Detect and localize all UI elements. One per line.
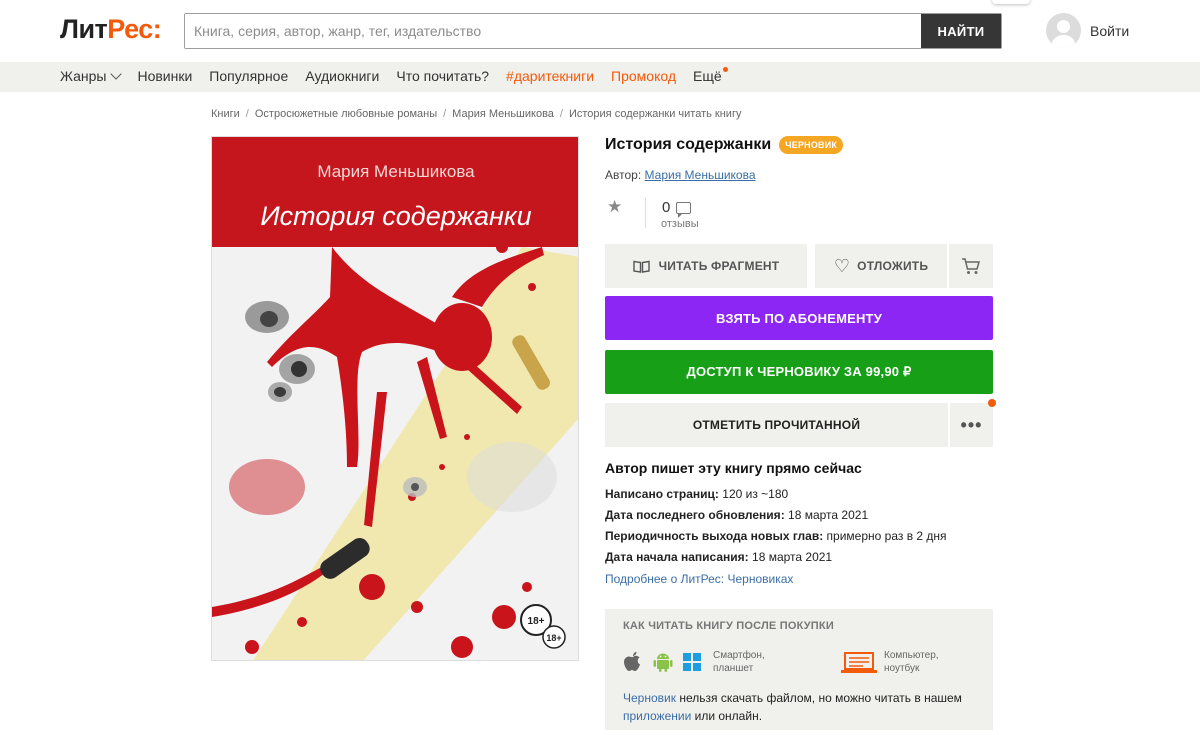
read-fragment-label: ЧИТАТЬ ФРАГМЕНТ — [658, 259, 780, 273]
notification-dot — [988, 399, 996, 407]
how-to-read-note: Черновик нельзя скачать файлом, но можно… — [623, 689, 983, 725]
cover-shade — [467, 442, 557, 512]
reviews-label: отзывы — [661, 218, 699, 230]
apple-icon[interactable] — [623, 651, 643, 673]
start-date: Дата начала написания: 18 марта 2021 — [605, 550, 832, 564]
login-link[interactable]: Войти — [1090, 23, 1129, 39]
subscribe-button[interactable]: ВЗЯТЬ ПО АБОНЕМЕНТУ — [605, 296, 993, 340]
mark-read-button[interactable]: ОТМЕТИТЬ ПРОЧИТАННОЙ — [605, 403, 948, 447]
open-book-icon — [632, 260, 650, 273]
draft-link[interactable]: Черновик — [623, 691, 676, 705]
cover-art: Мария Меньшикова История содержанки 18+ … — [212, 137, 578, 660]
mobile-label-line1: Смартфон, — [713, 650, 765, 661]
search-bar: НАЙТИ — [184, 13, 1002, 49]
chapter-frequency-value: примерно раз в 2 дня — [826, 529, 947, 543]
pages-written-label: Написано страниц: — [605, 487, 719, 501]
laptop-icon[interactable] — [841, 652, 877, 674]
litres-logo[interactable]: ЛитРес: — [60, 14, 162, 45]
last-update: Дата последнего обновления: 18 марта 202… — [605, 508, 868, 522]
writing-now-heading: Автор пишет эту книгу прямо сейчас — [605, 460, 862, 476]
note-end-text: или онлайн. — [694, 709, 763, 723]
nav-gift-books[interactable]: #даритекниги — [506, 68, 594, 84]
windows-icon[interactable] — [683, 653, 701, 671]
nav-more-label: Ещё — [693, 68, 722, 84]
breadcrumb-separator: / — [245, 108, 249, 120]
chapter-frequency-label: Периодичность выхода новых глав: — [605, 529, 824, 543]
more-options-button[interactable]: ••• — [950, 403, 993, 447]
comment-icon — [676, 201, 692, 218]
login-area[interactable]: Войти — [1046, 13, 1129, 48]
age-rating-text: 18+ — [528, 616, 545, 627]
how-to-read-title: КАК ЧИТАТЬ КНИГУ ПОСЛЕ ПОКУПКИ — [623, 620, 834, 632]
last-update-value: 18 марта 2021 — [788, 508, 869, 522]
gift-tab[interactable] — [992, 0, 1030, 4]
author-row: Автор: Мария Меньшикова — [605, 168, 756, 182]
age-rating-text-small: 18+ — [546, 633, 561, 643]
how-to-read-box: КАК ЧИТАТЬ КНИГУ ПОСЛЕ ПОКУПКИ Смартфон,… — [605, 609, 993, 730]
book-cover[interactable]: Мария Меньшикова История содержанки 18+ … — [211, 136, 579, 661]
nav-genres[interactable]: Жанры — [60, 68, 123, 84]
start-date-label: Дата начала написания: — [605, 550, 749, 564]
nav-genres-label: Жанры — [60, 68, 107, 84]
book-title: История содержанки — [605, 136, 772, 153]
reviews-count[interactable]: 0 — [662, 199, 692, 218]
avatar-icon[interactable] — [1046, 13, 1081, 48]
breadcrumb-books[interactable]: Книги — [211, 108, 240, 120]
book-title-row: История содержанки ЧЕРНОВИК — [605, 136, 844, 154]
chapter-frequency: Периодичность выхода новых глав: примерн… — [605, 529, 947, 543]
drafts-info-link[interactable]: Подробнее о ЛитРес: Черновиках — [605, 572, 793, 586]
search-input[interactable] — [185, 14, 921, 48]
breadcrumb-separator: / — [443, 108, 447, 120]
nav-new[interactable]: Новинки — [137, 68, 192, 84]
nav-popular[interactable]: Популярное — [209, 68, 288, 84]
breadcrumb-separator: / — [559, 108, 563, 120]
reviews-count-value: 0 — [662, 199, 671, 216]
cart-button[interactable] — [949, 244, 993, 288]
read-fragment-button[interactable]: ЧИТАТЬ ФРАГМЕНТ — [605, 244, 807, 288]
start-date-value: 18 марта 2021 — [752, 550, 833, 564]
postpone-button[interactable]: ♡ ОТЛОЖИТЬ — [815, 244, 947, 288]
nav-what-to-read[interactable]: Что почитать? — [396, 68, 489, 84]
main-nav: Жанры Новинки Популярное Аудиокниги Что … — [0, 62, 1200, 92]
breadcrumb: Книги / Остросюжетные любовные романы / Ма… — [211, 108, 741, 120]
logo-text-lit: Лит — [60, 14, 108, 44]
android-icon[interactable] — [652, 651, 674, 673]
breadcrumb-current: История содержанки читать книгу — [568, 108, 742, 120]
author-label: Автор: — [605, 168, 642, 182]
app-link[interactable]: приложении — [623, 709, 691, 723]
chevron-down-icon — [110, 68, 123, 80]
fingerprint — [229, 459, 305, 515]
cover-title: История содержанки — [260, 201, 531, 231]
draft-badge: ЧЕРНОВИК — [779, 136, 844, 154]
nav-audiobooks[interactable]: Аудиокниги — [305, 68, 379, 84]
desktop-label-line1: Компьютер, — [884, 650, 939, 661]
site-header: ЛитРес: НАЙТИ Войти — [0, 0, 1200, 62]
mobile-label: Смартфон, планшет — [713, 649, 765, 675]
mobile-label-line2: планшет — [713, 663, 754, 674]
mobile-platform-icons — [623, 651, 701, 673]
pages-written: Написано страниц: 120 из ~180 — [605, 487, 788, 501]
search-button[interactable]: НАЙТИ — [921, 14, 1001, 48]
pages-written-value: 120 из ~180 — [722, 487, 789, 501]
last-update-label: Дата последнего обновления: — [605, 508, 785, 522]
logo-text-res: Рес: — [107, 14, 162, 44]
notification-dot — [722, 67, 728, 72]
breadcrumb-genre[interactable]: Остросюжетные любовные романы — [255, 108, 437, 120]
nav-more[interactable]: Ещё — [693, 67, 728, 84]
breadcrumb-author[interactable]: Мария Меньшикова — [452, 108, 554, 120]
postpone-label: ОТЛОЖИТЬ — [857, 259, 929, 273]
star-icon[interactable]: ★ — [607, 197, 622, 217]
buy-draft-button[interactable]: ДОСТУП К ЧЕРНОВИКУ ЗА 99,90 ₽ — [605, 350, 993, 394]
nav-promocode[interactable]: Промокод — [611, 68, 676, 84]
rating-divider — [645, 198, 646, 228]
heart-icon: ♡ — [833, 255, 851, 276]
desktop-label-line2: ноутбук — [884, 663, 920, 674]
cart-icon — [962, 258, 980, 274]
note-text: нельзя скачать файлом, но можно читать в… — [679, 691, 962, 705]
desktop-label: Компьютер, ноутбук — [884, 649, 939, 675]
cover-author: Мария Меньшикова — [317, 162, 475, 181]
author-link[interactable]: Мария Меньшикова — [645, 168, 756, 182]
